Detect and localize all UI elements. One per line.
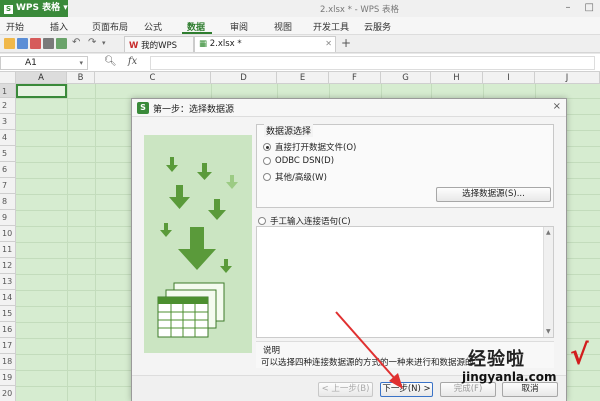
watermark-check: √ <box>570 338 589 371</box>
annotation-arrow <box>335 311 403 389</box>
watermark-url: jingyanla.com <box>462 370 557 384</box>
annotation-arrow-line <box>335 311 397 381</box>
watermark-text: 经验啦 <box>468 349 525 370</box>
